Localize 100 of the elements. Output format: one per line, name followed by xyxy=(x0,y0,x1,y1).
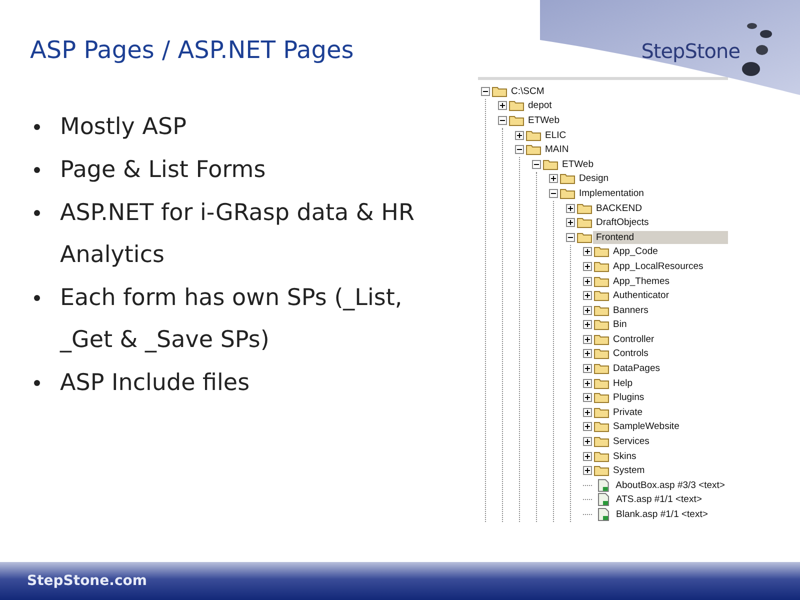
tree-item[interactable]: ATS.asp #1/1 <text> xyxy=(613,493,728,506)
expand-icon[interactable] xyxy=(566,204,575,213)
tree-item[interactable]: Implementation xyxy=(576,186,728,200)
expand-icon[interactable] xyxy=(583,437,592,446)
bullet-text: Each form has own SPs (_List, _Get & _Save SPs) xyxy=(60,284,404,355)
expand-icon[interactable] xyxy=(549,174,558,184)
bullet-text: Page & List Forms xyxy=(60,156,267,185)
folder-icon xyxy=(594,465,609,476)
slide-title: ASP Pages / ASP.NET Pages xyxy=(30,36,354,66)
tree-item[interactable]: Services xyxy=(610,435,728,448)
tree-item[interactable]: ELIC xyxy=(542,128,728,142)
expand-icon[interactable] xyxy=(566,218,575,228)
expand-icon[interactable] xyxy=(583,452,592,461)
expand-icon[interactable] xyxy=(515,130,524,140)
folder-icon xyxy=(560,173,575,184)
tree-item[interactable]: DataPages xyxy=(610,362,728,376)
bullet-text: Mostly ASP xyxy=(60,113,188,142)
file-icon xyxy=(598,493,609,506)
tree-item[interactable]: AboutBox.asp #3/3 <text> xyxy=(612,478,728,492)
folder-icon xyxy=(577,232,592,243)
expand-icon[interactable] xyxy=(583,320,592,330)
expand-icon[interactable] xyxy=(583,408,592,417)
collapse-icon[interactable] xyxy=(498,116,507,125)
expand-icon[interactable] xyxy=(583,334,592,344)
folder-icon xyxy=(492,86,507,97)
tree-item[interactable]: Design xyxy=(576,172,728,186)
folder-icon xyxy=(560,188,575,199)
folder-icon xyxy=(509,114,524,126)
folder-icon xyxy=(594,436,609,448)
collapse-icon[interactable] xyxy=(532,160,541,169)
folder-icon xyxy=(577,202,592,214)
expand-icon[interactable] xyxy=(583,247,592,256)
tree-item[interactable]: Banners xyxy=(610,304,728,317)
connector-line xyxy=(583,484,592,486)
expand-icon[interactable] xyxy=(583,349,592,358)
tree-item[interactable]: ETWeb xyxy=(525,114,728,127)
expand-icon[interactable] xyxy=(583,466,592,476)
expand-icon[interactable] xyxy=(583,262,592,271)
folder-icon xyxy=(594,260,609,272)
bullet-text: ASP Include files xyxy=(60,369,251,398)
tree-item[interactable]: Skins xyxy=(610,450,728,463)
collapse-icon[interactable] xyxy=(515,145,524,154)
folder-icon xyxy=(509,100,524,112)
collapse-icon[interactable] xyxy=(549,188,558,198)
collapse-icon[interactable] xyxy=(481,86,490,96)
folder-icon xyxy=(577,217,592,228)
folder-icon xyxy=(526,130,541,141)
expand-icon[interactable] xyxy=(583,422,592,432)
folder-icon xyxy=(594,348,609,360)
tree-item[interactable]: Blank.asp #1/1 <text> xyxy=(613,508,728,522)
folder-icon xyxy=(594,421,609,432)
tree-item[interactable]: Bin xyxy=(610,318,728,332)
tree-item[interactable]: depot xyxy=(525,99,728,112)
expand-icon[interactable] xyxy=(583,393,592,402)
tree-item[interactable]: Plugins xyxy=(610,391,728,404)
expand-icon[interactable] xyxy=(583,378,592,388)
tree-item[interactable]: System xyxy=(610,464,728,478)
folder-icon xyxy=(594,378,609,389)
connector-line xyxy=(583,514,592,516)
expand-icon[interactable] xyxy=(583,276,592,286)
folder-icon xyxy=(594,290,609,302)
tree-item[interactable]: Controls xyxy=(610,347,728,360)
bullet-icon xyxy=(34,380,40,386)
folder-icon xyxy=(594,450,609,462)
file-icon xyxy=(598,478,609,492)
expand-icon[interactable] xyxy=(498,101,507,110)
tree-item[interactable]: C:\SCM xyxy=(508,84,728,98)
folder-icon xyxy=(594,304,609,316)
folder-icon xyxy=(594,246,609,258)
tree-item[interactable]: Help xyxy=(610,376,728,390)
tree-item[interactable]: App_Themes xyxy=(610,274,728,288)
folder-icon xyxy=(594,319,609,330)
tree-item[interactable]: ETWeb xyxy=(559,158,728,171)
connector-line xyxy=(583,499,592,500)
bullet-icon xyxy=(34,210,40,216)
expand-icon[interactable] xyxy=(583,364,592,374)
folder-icon xyxy=(594,334,609,345)
tree-item[interactable]: SampleWebsite xyxy=(610,420,728,434)
tree-item[interactable]: Frontend xyxy=(593,230,728,244)
tree-item[interactable]: DraftObjects xyxy=(593,216,728,230)
footer-text: StepStone.com xyxy=(27,573,147,589)
folder-icon xyxy=(594,276,609,287)
bullet-icon xyxy=(34,295,40,301)
tree-item[interactable]: Controller xyxy=(610,332,728,346)
folder-icon xyxy=(526,144,541,156)
expand-icon[interactable] xyxy=(583,306,592,315)
tree-item[interactable]: Authenticator xyxy=(610,289,728,302)
tree-item[interactable]: App_Code xyxy=(610,245,728,258)
folder-icon xyxy=(594,406,609,418)
collapse-icon[interactable] xyxy=(566,232,575,242)
tree-item[interactable]: Private xyxy=(610,406,728,419)
bullet-text: ASP.NET for i-GRasp data & HR Analytics xyxy=(60,199,416,270)
folder-icon xyxy=(543,158,558,170)
logo-text: StepStone xyxy=(641,39,740,63)
bullet-icon xyxy=(34,124,40,130)
tree-item[interactable]: BACKEND xyxy=(593,202,728,215)
bullet-icon xyxy=(34,167,40,173)
tree-item[interactable]: App_LocalResources xyxy=(610,260,728,273)
tree-item[interactable]: MAIN xyxy=(542,143,728,156)
expand-icon[interactable] xyxy=(583,291,592,300)
